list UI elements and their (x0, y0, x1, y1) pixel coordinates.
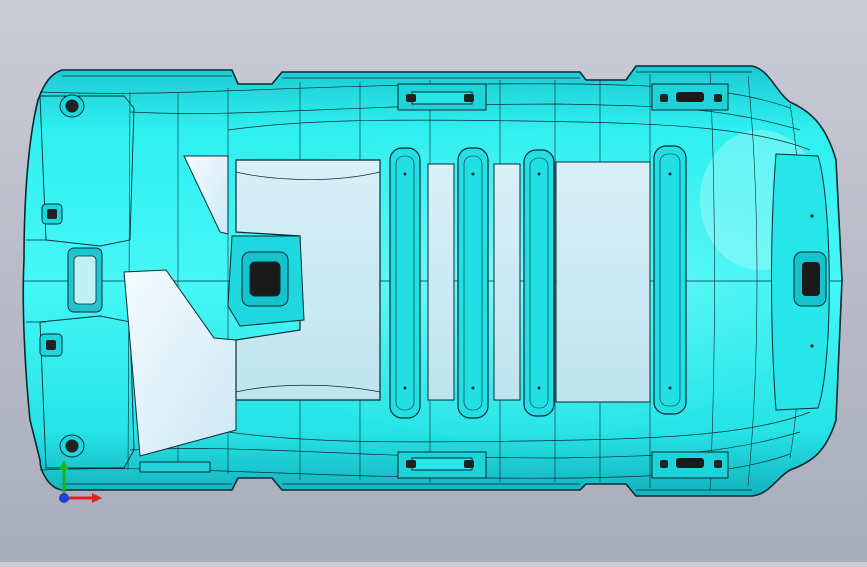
coordinate-triad-icon (50, 458, 110, 518)
front-light-pocket (802, 262, 820, 296)
roof-opening-1 (427, 163, 455, 401)
roof-opening-2 (493, 163, 521, 401)
dome-light-pocket (249, 261, 281, 297)
graphics-viewport[interactable] (0, 0, 867, 562)
roof-opening-3 (555, 161, 651, 403)
model-view[interactable] (0, 0, 867, 562)
